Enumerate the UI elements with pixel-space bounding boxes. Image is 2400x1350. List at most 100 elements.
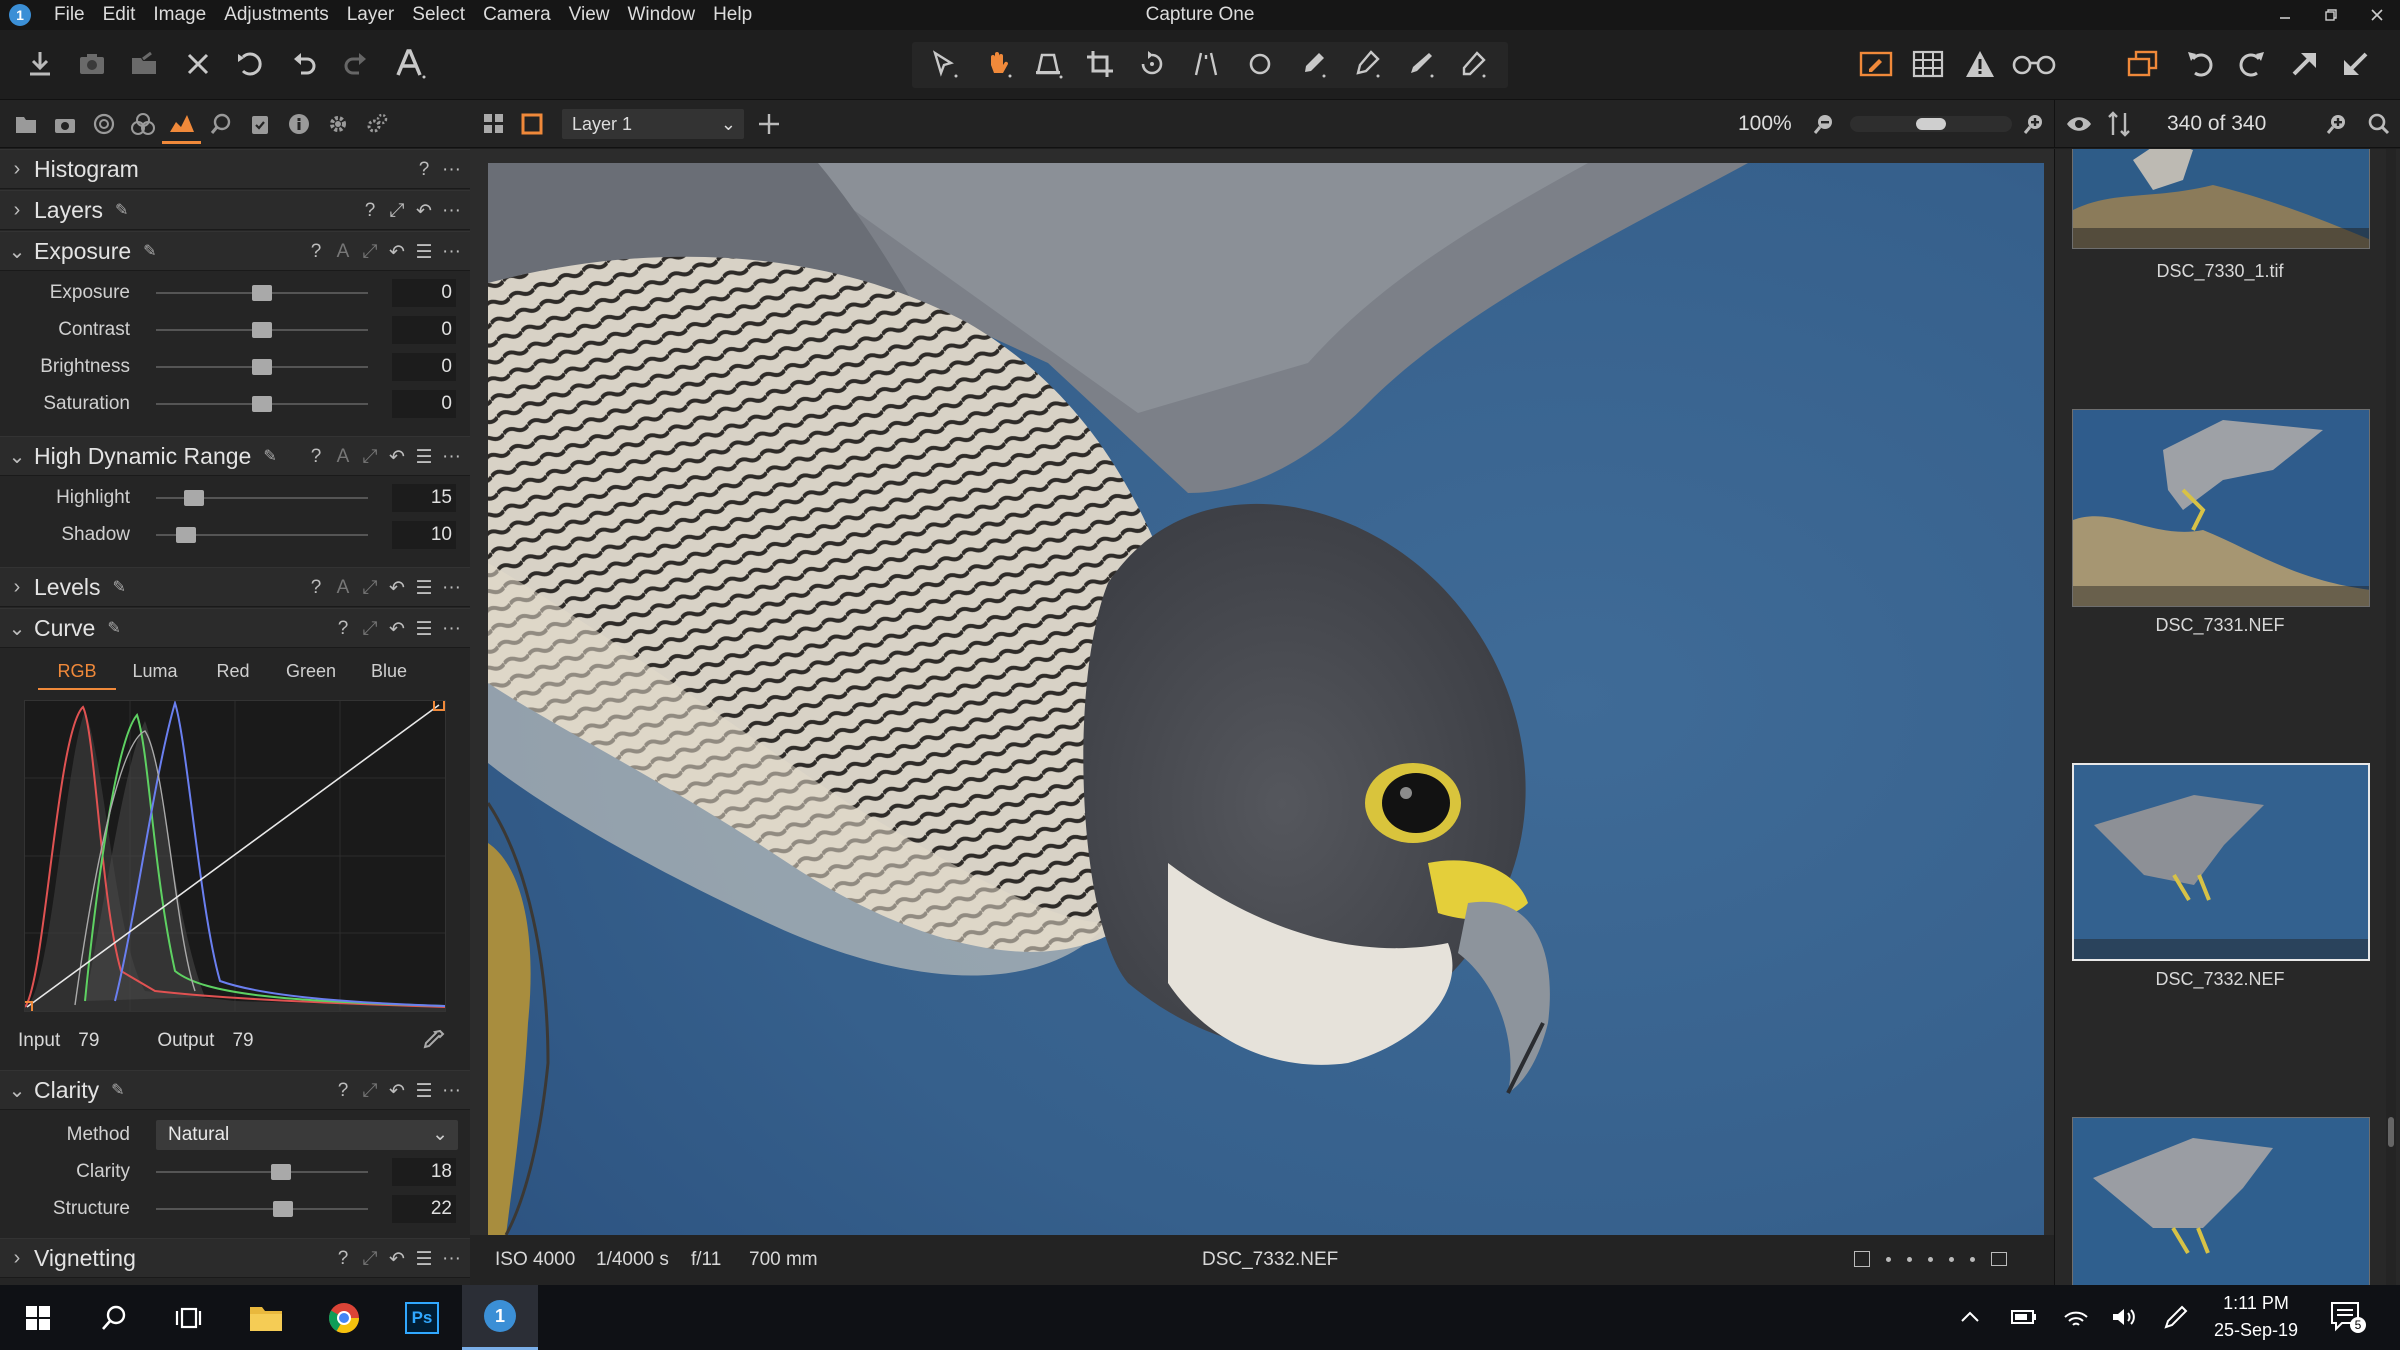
crop-tool[interactable] xyxy=(1078,44,1122,84)
slider-knob[interactable] xyxy=(252,359,272,375)
eraser-tool[interactable] xyxy=(1450,44,1494,84)
add-layer-button[interactable] xyxy=(756,111,782,137)
tab-color[interactable] xyxy=(123,104,162,144)
more-icon[interactable]: ··· xyxy=(442,1248,461,1270)
presets-icon[interactable]: ☰ xyxy=(415,1080,433,1103)
wifi-button[interactable] xyxy=(2062,1305,2090,1329)
scrollbar-thumb[interactable] xyxy=(2388,1117,2394,1147)
menu-camera[interactable]: Camera xyxy=(474,0,560,30)
zoom-slider[interactable] xyxy=(1850,116,2012,132)
thumbnail[interactable] xyxy=(2072,1117,2370,1285)
battery-button[interactable] xyxy=(2010,1305,2038,1329)
saturation-value[interactable]: 0 xyxy=(392,390,456,418)
more-icon[interactable]: ··· xyxy=(442,159,461,181)
delete-button[interactable] xyxy=(176,44,220,84)
expand-icon[interactable]: ⤢ xyxy=(361,446,379,468)
star-dot-icon[interactable] xyxy=(1949,1256,1954,1262)
expand-icon[interactable]: ⤢ xyxy=(361,1248,379,1270)
gradient-mask-tool[interactable] xyxy=(1344,44,1388,84)
clock[interactable]: 1:11 PM 25-Sep-19 xyxy=(2206,1293,2306,1341)
brightness-value[interactable]: 0 xyxy=(392,353,456,381)
brush-tool[interactable] xyxy=(1290,44,1334,84)
grid-button[interactable] xyxy=(1906,44,1950,84)
search-taskbar-button[interactable] xyxy=(76,1285,152,1350)
help-icon[interactable]: ? xyxy=(334,1080,352,1102)
multi-view-button[interactable] xyxy=(482,112,506,136)
reset-icon[interactable]: ↶ xyxy=(388,1248,406,1271)
apply-adjustments-button[interactable] xyxy=(2282,44,2326,84)
lens-tool[interactable] xyxy=(1184,44,1228,84)
edit-all-selected-button[interactable] xyxy=(1854,44,1898,84)
curve-picker-button[interactable] xyxy=(420,1028,446,1054)
menu-adjustments[interactable]: Adjustments xyxy=(215,0,338,30)
task-view-button[interactable] xyxy=(150,1285,226,1350)
expand-icon[interactable]: ⤢ xyxy=(361,577,379,599)
reset-icon[interactable]: ↶ xyxy=(388,446,406,469)
volume-button[interactable] xyxy=(2110,1305,2138,1329)
star-dot-icon[interactable] xyxy=(1928,1256,1933,1262)
shadow-slider[interactable] xyxy=(156,517,368,553)
thumbnail[interactable] xyxy=(2072,149,2370,249)
expand-icon[interactable]: ⤢ xyxy=(361,1080,379,1102)
select-tool[interactable] xyxy=(922,44,966,84)
help-icon[interactable]: ? xyxy=(334,618,352,640)
image-viewer[interactable] xyxy=(470,149,2054,1235)
reset-icon[interactable]: ↶ xyxy=(415,200,433,223)
more-icon[interactable]: ··· xyxy=(442,241,461,263)
slider-knob[interactable] xyxy=(1916,118,1946,130)
clarity-slider[interactable] xyxy=(156,1154,368,1190)
more-icon[interactable]: ··· xyxy=(442,446,461,468)
hdr-header[interactable]: ⌄ High Dynamic Range ✎ ? A ⤢ ↶ ☰ ··· xyxy=(0,436,470,476)
spot-removal-tool[interactable] xyxy=(1238,44,1282,84)
copy-adjustments-button[interactable] xyxy=(2120,44,2164,84)
star-dot-icon[interactable] xyxy=(1886,1256,1891,1262)
presets-icon[interactable]: ☰ xyxy=(415,577,433,600)
tab-blue[interactable]: Blue xyxy=(350,652,428,690)
curve-editor[interactable] xyxy=(24,700,446,1012)
more-icon[interactable]: ··· xyxy=(442,577,461,599)
auto-icon[interactable]: A xyxy=(334,446,352,468)
presets-icon[interactable]: ☰ xyxy=(415,618,433,641)
action-center-button[interactable]: 5 xyxy=(2330,1301,2366,1333)
clarity-header[interactable]: ⌄ Clarity ✎ ? ⤢ ↶ ☰ ··· xyxy=(0,1070,470,1110)
menu-edit[interactable]: Edit xyxy=(94,0,145,30)
tab-luma[interactable]: Luma xyxy=(116,652,194,690)
slider-knob[interactable] xyxy=(271,1164,292,1180)
copy-from-button[interactable] xyxy=(2334,44,2378,84)
move-to-button[interactable] xyxy=(122,44,166,84)
expand-icon[interactable]: ⤢ xyxy=(361,241,379,263)
curve-header[interactable]: ⌄ Curve ✎ ? ⤢ ↶ ☰ ··· xyxy=(0,608,470,648)
restore-button[interactable] xyxy=(2308,0,2354,30)
show-hidden-icons-button[interactable] xyxy=(1958,1305,1982,1329)
rotate-left-button[interactable] xyxy=(2178,44,2222,84)
reset-icon[interactable]: ↶ xyxy=(388,577,406,600)
exposure-value[interactable]: 0 xyxy=(392,279,456,307)
sort-button[interactable] xyxy=(2107,111,2131,137)
saturation-slider[interactable] xyxy=(156,386,368,422)
slider-knob[interactable] xyxy=(252,396,272,412)
method-select[interactable]: Natural ⌄ xyxy=(156,1120,458,1150)
browser-scrollbar[interactable] xyxy=(2386,149,2396,1285)
main-photo[interactable] xyxy=(488,163,2044,1235)
zoom-thumbs-button[interactable] xyxy=(2325,112,2349,136)
layer-select[interactable]: Layer 1 ⌄ xyxy=(562,109,744,139)
presets-icon[interactable]: ☰ xyxy=(415,446,433,469)
auto-icon[interactable]: A xyxy=(334,577,352,599)
slider-knob[interactable] xyxy=(252,285,272,301)
zoom-in-button[interactable] xyxy=(2022,112,2046,136)
exposure-slider[interactable] xyxy=(156,275,368,311)
menu-image[interactable]: Image xyxy=(144,0,215,30)
menu-help[interactable]: Help xyxy=(704,0,761,30)
star-dot-icon[interactable] xyxy=(1970,1256,1975,1262)
pick-tool[interactable] xyxy=(1398,44,1442,84)
levels-header[interactable]: › Levels ✎ ? A ⤢ ↶ ☰ ··· xyxy=(0,567,470,607)
help-icon[interactable]: ? xyxy=(307,446,325,468)
tab-green[interactable]: Green xyxy=(272,652,350,690)
thumbnail-selected[interactable] xyxy=(2072,763,2370,961)
file-explorer-button[interactable] xyxy=(228,1285,304,1350)
tab-exposure[interactable] xyxy=(162,104,201,144)
close-button[interactable] xyxy=(2354,0,2400,30)
help-icon[interactable]: ? xyxy=(415,159,433,181)
minimize-button[interactable] xyxy=(2262,0,2308,30)
tab-rgb[interactable]: RGB xyxy=(38,652,116,690)
